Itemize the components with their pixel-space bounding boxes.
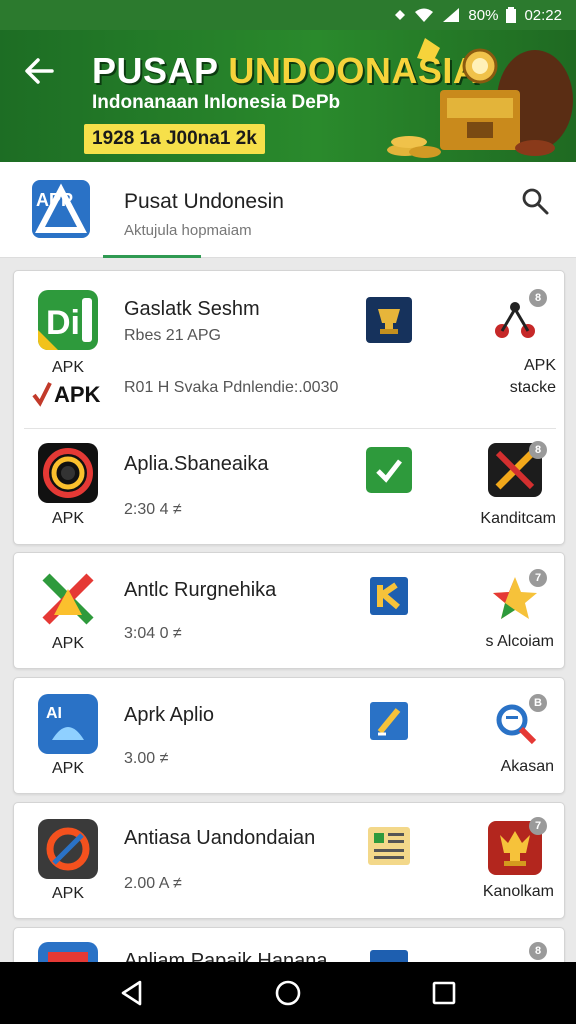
banner-code: 1928 1a J00na1 2k (84, 124, 265, 154)
app-name: Antlc Rurgnehika (124, 579, 277, 601)
badge: 7 (529, 569, 547, 587)
k-letter-icon[interactable] (366, 573, 412, 619)
apk-brand-label: APK (54, 382, 101, 407)
app-name: Aprk Aplio (124, 704, 215, 726)
back-arrow-icon[interactable] (22, 54, 56, 88)
right-label: Kanolkam (482, 883, 554, 900)
svg-text:Di: Di (46, 304, 80, 342)
app-meta: 3.00 ≠ (124, 750, 169, 767)
right-label: Kanditcam (480, 510, 556, 527)
badge: 8 (529, 289, 547, 307)
right-label: s Alcoiam (485, 633, 554, 650)
apk-label: APK (51, 760, 84, 777)
app-store-logo-icon[interactable]: APP (32, 180, 90, 238)
app-card-4[interactable]: APK Antiasa Uandondaian 2.00 A ≠ 7 Kanol… (13, 802, 565, 919)
tab-indicator (103, 255, 201, 258)
app-card-2[interactable]: APK Antlc Rurgnehika 3:04 0 ≠ 7 s Alcoia… (13, 552, 565, 669)
apk-label: APK (51, 510, 84, 527)
list-item[interactable]: Di APK APK Gaslatk Seshm Rbes 21 APG R01… (14, 271, 564, 428)
right-top-label: APK (523, 357, 556, 374)
app-name: Gaslatk Seshm (124, 298, 260, 320)
signal-icon (443, 8, 460, 22)
app-meta: 2:30 4 ≠ (124, 501, 182, 518)
recents-square-icon[interactable] (428, 977, 460, 1009)
promo-banner[interactable]: PUSAP UNDOONASIA Indonanaan Inlonesia De… (0, 30, 576, 162)
apk-label: APK (51, 359, 84, 376)
edit-doc-icon[interactable] (366, 698, 412, 744)
app-meta: 3:04 0 ≠ (124, 625, 182, 642)
back-triangle-icon[interactable] (116, 977, 148, 1009)
badge: 8 (529, 441, 547, 459)
target-ring-icon (38, 819, 98, 879)
app-header: APP Pusat Undonesin Aktujula hopmaiam (0, 162, 576, 258)
apk-label: APK (51, 885, 84, 902)
search-icon[interactable] (520, 186, 550, 216)
badge: 7 (529, 817, 547, 835)
app-subtitle: Rbes 21 APG (124, 327, 221, 344)
apk-label: APK (51, 635, 84, 652)
banner-subtitle: Indonanaan Inlonesia DePb (92, 92, 341, 113)
right-label: stacke (509, 379, 556, 396)
camera-lens-icon (38, 443, 98, 503)
trophy-icon[interactable] (366, 297, 412, 343)
badge: B (529, 694, 547, 712)
wifi-icon (415, 8, 434, 22)
map-pin-icon (38, 569, 98, 629)
right-label: Akasan (500, 758, 554, 775)
header-title: Pusat Undonesin (124, 190, 284, 213)
home-circle-icon[interactable] (272, 977, 304, 1009)
gold-treasure-illustration (387, 38, 573, 158)
list-item[interactable]: APK Aplia.Sbaneaika 2:30 4 ≠ 8 Kanditcam (14, 429, 564, 544)
app-name: Aplia.Sbaneaika (124, 453, 269, 475)
system-nav-bar (0, 962, 576, 1024)
ai-app-icon: AI (38, 694, 98, 754)
badge: 8 (529, 942, 547, 960)
newspaper-icon[interactable] (366, 823, 412, 869)
battery-percent: 80% (468, 6, 499, 24)
check-apk-icon (32, 382, 52, 407)
app-card-3[interactable]: AI APK Aprk Aplio 3.00 ≠ B Akasan (13, 677, 565, 794)
clock: 02:22 (524, 6, 562, 24)
notification-icon (395, 10, 406, 20)
battery-icon (506, 7, 517, 23)
svg-text:AI: AI (46, 705, 62, 722)
status-bar: 80% 02:22 (0, 0, 576, 30)
app-meta: 2.00 A ≠ (124, 875, 182, 892)
app-card-1: Di APK APK Gaslatk Seshm Rbes 21 APG R01… (13, 270, 565, 545)
svg-text:APP: APP (36, 190, 73, 210)
app-meta: R01 H Svaka Pdnlendie:.0030 (124, 379, 339, 396)
app-di-icon: Di (38, 290, 98, 350)
checkmark-icon[interactable] (366, 447, 412, 493)
app-name: Antiasa Uandondaian (124, 827, 316, 849)
header-subtitle: Aktujula hopmaiam (124, 222, 252, 239)
